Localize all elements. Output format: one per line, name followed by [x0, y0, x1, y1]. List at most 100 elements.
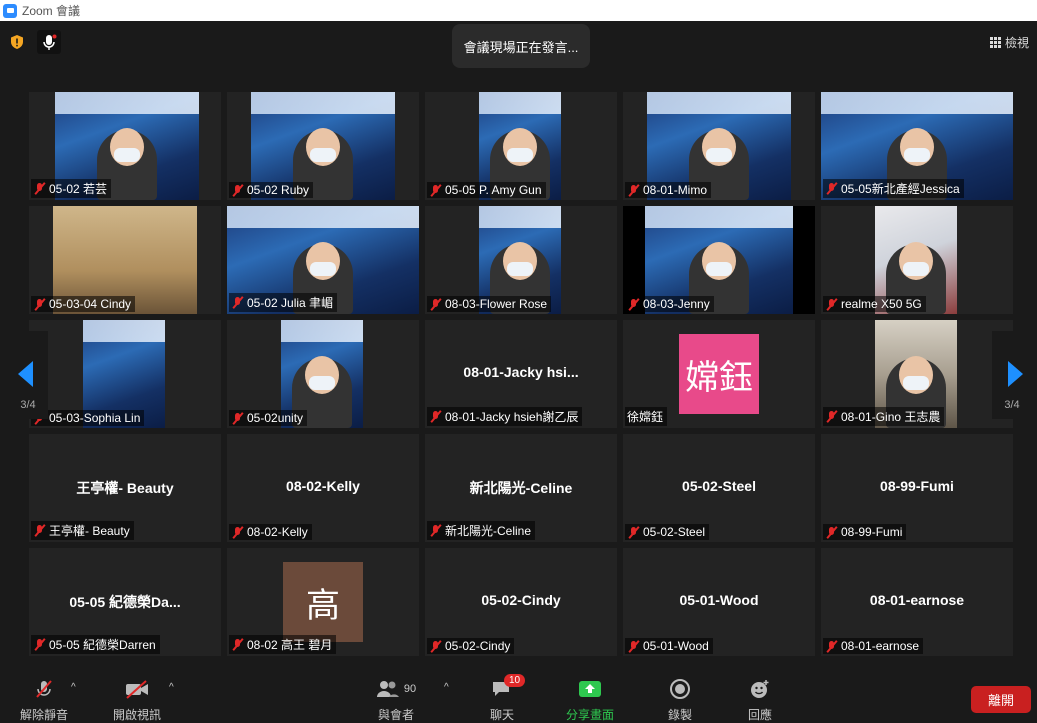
record-label: 錄製 — [667, 708, 692, 722]
muted-mic-icon — [33, 298, 46, 311]
muted-mic-icon — [429, 640, 442, 653]
window-title: Zoom 會議 — [22, 4, 81, 18]
arrow-left-icon — [18, 361, 33, 387]
muted-mic-icon — [231, 412, 244, 425]
muted-mic-icon — [231, 526, 244, 539]
participant-name: 05-03-04 Cindy — [49, 297, 132, 311]
reactions-button[interactable]: 回應 — [740, 678, 780, 723]
chat-label: 聊天 — [489, 708, 514, 722]
participant-tile[interactable]: 05-02unity — [227, 320, 419, 428]
participant-name-label: 05-01-Wood — [625, 638, 713, 654]
participant-name-label: 08-99-Fumi — [823, 524, 907, 540]
participant-name-label: 05-02 若芸 — [31, 179, 112, 198]
participant-name-label: 08-02 高王 碧月 — [229, 635, 337, 654]
participant-tile[interactable]: 王亭權- Beauty 王亭權- Beauty — [29, 434, 221, 542]
participant-tile[interactable]: 新北陽光-Celine 新北陽光-Celine — [425, 434, 617, 542]
grid-view-icon — [989, 37, 1001, 48]
participant-tile[interactable]: 08-01-Mimo — [623, 92, 815, 200]
chat-button[interactable]: 10 聊天 — [480, 674, 526, 723]
participant-name: 08-01-Mimo — [643, 183, 708, 197]
participant-tile[interactable]: 05-01-Wood 05-01-Wood — [623, 548, 815, 656]
participant-tile[interactable]: 05-02 Julia 聿嵋 — [227, 206, 419, 314]
start-video-button[interactable]: 開啟視訊 — [107, 678, 167, 723]
participant-tile[interactable]: 08-01-earnose 08-01-earnose — [821, 548, 1013, 656]
participant-name: 新北陽光-Celine — [445, 524, 532, 538]
participants-icon — [376, 681, 399, 697]
participants-button[interactable]: 90 與會者 — [370, 678, 422, 723]
participant-tile[interactable]: 05-02-Steel 05-02-Steel — [623, 434, 815, 542]
participant-name: 08-01-Gino 王志農 — [841, 410, 941, 424]
participant-tile[interactable]: 05-02 Ruby — [227, 92, 419, 200]
participant-name-label: 08-03-Flower Rose — [427, 296, 552, 312]
participant-tile[interactable]: 08-03-Flower Rose — [425, 206, 617, 314]
muted-mic-icon — [825, 182, 838, 195]
arrow-right-icon — [1008, 361, 1023, 387]
start-video-label: 開啟視訊 — [112, 708, 161, 722]
muted-mic-icon — [627, 184, 640, 197]
participant-name: 05-02 若芸 — [49, 182, 108, 196]
video-options-caret-icon[interactable]: ^ — [169, 682, 174, 693]
participant-tile[interactable]: 08-01-Jacky hsi... 08-01-Jacky hsieh謝乙辰 — [425, 320, 617, 428]
participant-name-label: 08-01-earnose — [823, 638, 924, 654]
participant-tile[interactable]: 05-03-Sophia Lin — [29, 320, 221, 428]
participant-tile[interactable]: 05-05 紀德榮Da... 05-05 紀德榮Darren — [29, 548, 221, 656]
participant-display-name: 王亭權- Beauty — [76, 480, 174, 496]
next-page-button[interactable]: 3/4 — [992, 331, 1032, 419]
participant-name: 05-02-Steel — [643, 525, 706, 539]
participant-name-label: 08-01-Jacky hsieh謝乙辰 — [427, 407, 583, 426]
muted-mic-icon — [627, 298, 640, 311]
participant-name-label: 08-01-Mimo — [625, 182, 712, 198]
unmute-button[interactable]: 解除靜音 — [14, 678, 74, 723]
active-speaker-banner: 會議現場正在發言... — [452, 24, 590, 68]
participant-name: 08-01-Jacky hsieh謝乙辰 — [445, 410, 579, 424]
participant-tile[interactable]: 05-05新北產經Jessica — [821, 92, 1013, 200]
muted-mic-icon — [429, 410, 442, 423]
participant-name-label: 05-05新北產經Jessica — [823, 179, 964, 198]
participant-name-label: 08-02-Kelly — [229, 524, 312, 540]
participant-tile[interactable]: 嫦鈺 徐嫦鈺 — [623, 320, 815, 428]
muted-mic-icon — [231, 296, 244, 309]
participant-display-name: 新北陽光-Celine — [469, 480, 573, 496]
participant-tile[interactable]: 05-02 若芸 — [29, 92, 221, 200]
zoom-logo-icon — [3, 3, 17, 18]
participant-name: 08-99-Fumi — [841, 525, 903, 539]
participant-display-name: 05-02-Cindy — [481, 592, 561, 608]
view-button[interactable]: 檢視 — [989, 34, 1029, 51]
participant-tile[interactable]: 08-01-Gino 王志農 — [821, 320, 1013, 428]
muted-mic-icon — [825, 640, 838, 653]
participant-display-name: 05-05 紀德榮Da... — [69, 594, 181, 610]
participant-name: 05-02-Cindy — [445, 639, 511, 653]
record-button[interactable]: 錄製 — [660, 678, 700, 723]
participant-name-label: 05-05 P. Amy Gun — [427, 182, 546, 198]
share-screen-button[interactable]: 分享畫面 — [560, 678, 620, 723]
participants-label: 與會者 — [377, 708, 414, 722]
view-label: 檢視 — [1004, 36, 1029, 50]
muted-mic-icon — [429, 524, 442, 537]
participant-tile[interactable]: 高 08-02 高王 碧月 — [227, 548, 419, 656]
muted-mic-icon — [429, 298, 442, 311]
audio-options-caret-icon[interactable]: ^ — [71, 682, 76, 693]
participant-tile[interactable]: 05-02-Cindy 05-02-Cindy — [425, 548, 617, 656]
participant-name-label: 05-02-Steel — [625, 524, 710, 540]
participant-tile[interactable]: 05-03-04 Cindy — [29, 206, 221, 314]
participant-tile[interactable]: realme X50 5G — [821, 206, 1013, 314]
leave-button[interactable]: 離開 — [971, 686, 1031, 713]
security-shield-icon[interactable] — [9, 34, 25, 50]
participant-tile[interactable]: 05-05 P. Amy Gun — [425, 92, 617, 200]
unmute-label: 解除靜音 — [19, 708, 68, 722]
participant-name-label: 05-02 Julia 聿嵋 — [229, 293, 338, 312]
reactions-smiley-icon — [751, 680, 769, 698]
participant-display-name: 08-01-earnose — [869, 592, 965, 608]
muted-mic-icon — [825, 526, 838, 539]
participant-tile[interactable]: 08-03-Jenny — [623, 206, 815, 314]
participant-name-label: 05-05 紀德榮Darren — [31, 635, 160, 654]
participant-name: realme X50 5G — [841, 297, 922, 311]
page-indicator-right: 3/4 — [1004, 399, 1020, 411]
participants-count: 90 — [403, 683, 417, 695]
participant-name: 05-03-Sophia Lin — [49, 411, 141, 425]
participant-name-label: 徐嫦鈺 — [625, 407, 668, 426]
participant-tile[interactable]: 08-02-Kelly 08-02-Kelly — [227, 434, 419, 542]
participant-tile[interactable]: 08-99-Fumi 08-99-Fumi — [821, 434, 1013, 542]
participants-options-caret-icon[interactable]: ^ — [444, 682, 449, 693]
prev-page-button[interactable]: 3/4 — [8, 331, 48, 419]
